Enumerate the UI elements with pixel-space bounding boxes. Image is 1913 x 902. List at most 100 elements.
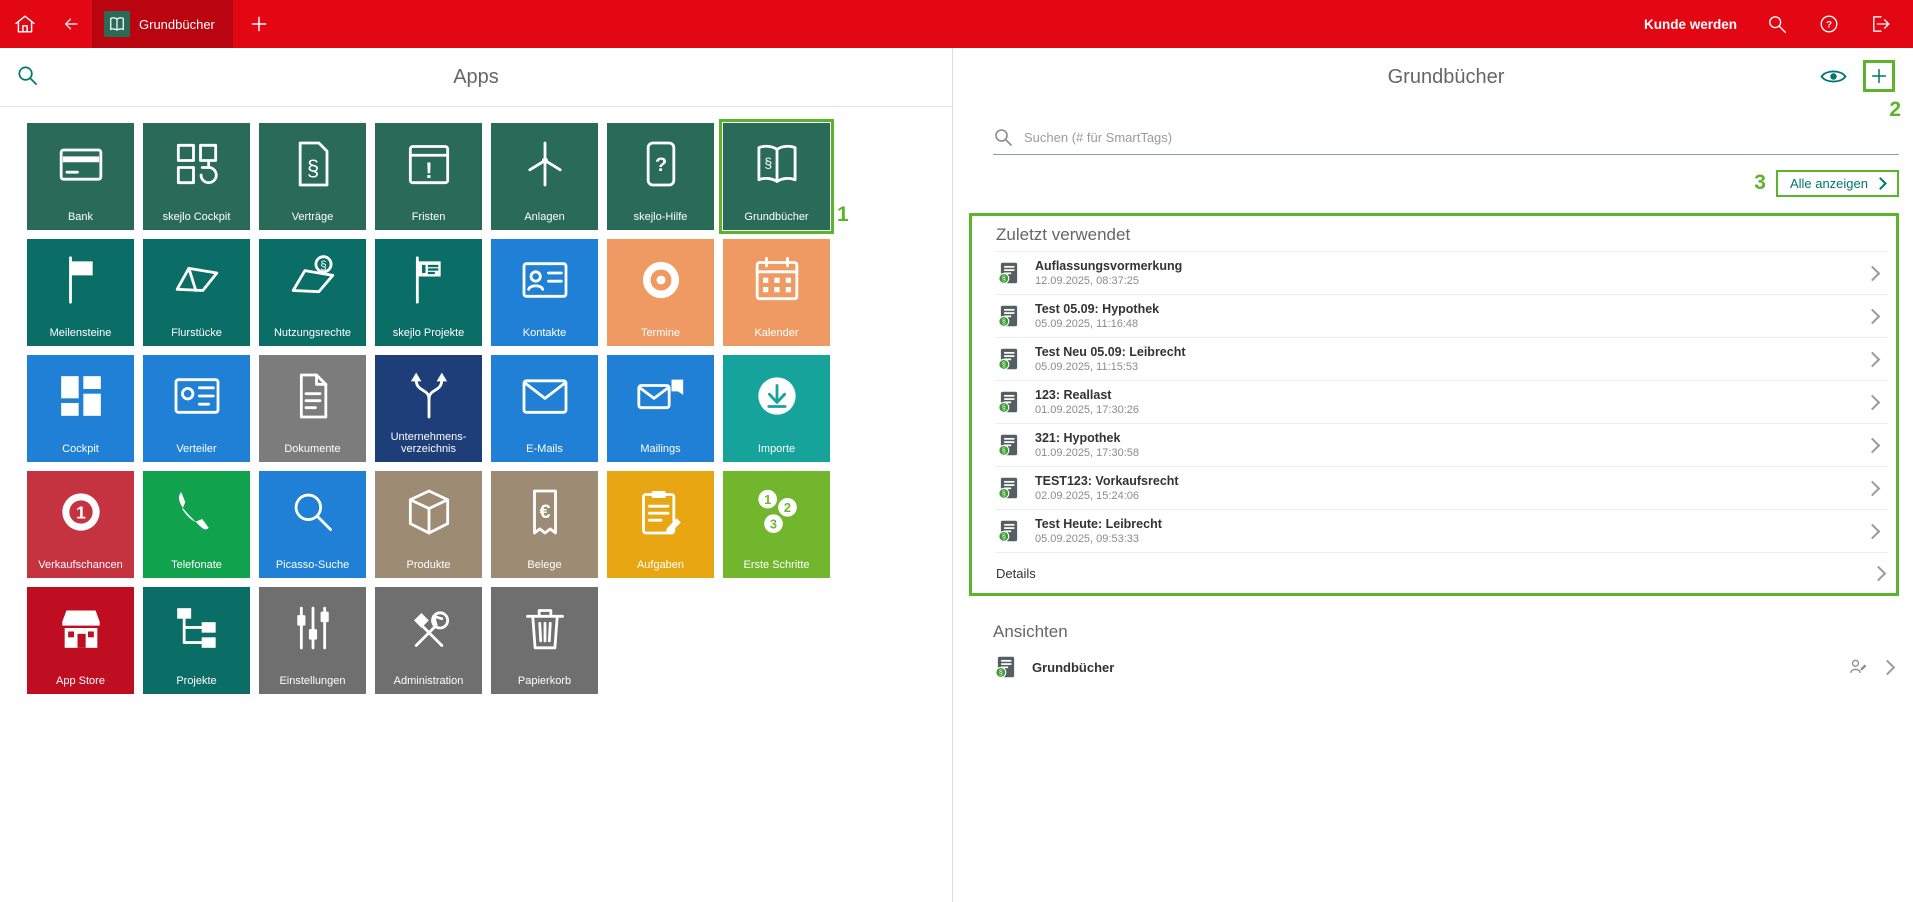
app-tile-grid: Bankskejlo Cockpit§Verträge!Fristen Anlag… bbox=[0, 107, 952, 694]
app-tile-erste-schritte[interactable]: 123Erste Schritte bbox=[723, 471, 830, 578]
tile-label: Projekte bbox=[147, 675, 246, 688]
app-tile-verteiler[interactable]: Verteiler bbox=[143, 355, 250, 462]
recent-item[interactable]: §TEST123: Vorkaufsrecht02.09.2025, 15:24… bbox=[996, 466, 1888, 509]
app-tile-skejlo-projekte[interactable]: skejlo Projekte bbox=[375, 239, 482, 346]
tile-label: Verteiler bbox=[147, 443, 246, 456]
tile-label: skejlo-Hilfe bbox=[611, 211, 710, 224]
search-icon bbox=[993, 127, 1013, 147]
svg-text:§: § bbox=[1002, 534, 1006, 541]
contract-paragraph-icon: § bbox=[285, 136, 341, 192]
app-tile-projekte[interactable]: Projekte bbox=[143, 587, 250, 694]
grundbuch-icon: § bbox=[996, 346, 1022, 372]
app-tile-fristen[interactable]: !Fristen bbox=[375, 123, 482, 230]
app-tile-app-store[interactable]: App Store bbox=[27, 587, 134, 694]
help-button[interactable]: ? bbox=[1817, 12, 1841, 36]
recent-item[interactable]: §321: Hypothek01.09.2025, 17:30:58 bbox=[996, 423, 1888, 466]
home-button[interactable] bbox=[0, 0, 50, 48]
dashboard-tiles-icon bbox=[53, 368, 109, 424]
grundbuch-search-input[interactable] bbox=[1022, 129, 1899, 146]
svg-text:2: 2 bbox=[783, 500, 790, 515]
app-tile-dokumente[interactable]: Dokumente bbox=[259, 355, 366, 462]
tile-label: Grundbücher bbox=[727, 211, 826, 224]
app-tile-picasso-suche[interactable]: Picasso-Suche bbox=[259, 471, 366, 578]
add-grundbuch-button[interactable] bbox=[1863, 60, 1895, 92]
tile-label: Verkaufschancen bbox=[31, 559, 130, 572]
new-tab-button[interactable] bbox=[233, 0, 285, 48]
recent-item[interactable]: §Auflassungsvormerkung12.09.2025, 08:37:… bbox=[996, 251, 1888, 294]
recent-item[interactable]: §Test 05.09: Hypothek05.09.2025, 11:16:4… bbox=[996, 294, 1888, 337]
topbar-search-button[interactable] bbox=[1765, 12, 1789, 36]
app-tile-telefonate[interactable]: Telefonate bbox=[143, 471, 250, 578]
app-tile-nutzungsrechte[interactable]: §Nutzungsrechte bbox=[259, 239, 366, 346]
app-tile-kalender[interactable]: Kalender bbox=[723, 239, 830, 346]
back-arrow-icon bbox=[59, 12, 83, 36]
recent-item[interactable]: §Test Heute: Leibrecht05.09.2025, 09:53:… bbox=[996, 509, 1888, 552]
annotation-3-label: 3 bbox=[1754, 171, 1766, 195]
app-tile-cockpit[interactable]: Cockpit bbox=[27, 355, 134, 462]
main-area: Apps Bankskejlo Cockpit§Verträge!Fristen… bbox=[0, 48, 1913, 902]
preview-eye-icon[interactable] bbox=[1820, 67, 1847, 86]
tile-label: Produkte bbox=[379, 559, 478, 572]
app-tile-belege[interactable]: €Belege bbox=[491, 471, 598, 578]
app-tile-e-mails[interactable]: E-Mails bbox=[491, 355, 598, 462]
user-edit-icon[interactable] bbox=[1848, 657, 1868, 677]
chevron-right-icon bbox=[1865, 308, 1881, 324]
app-tile-unternehmens-verzeichnis[interactable]: Unternehmens-verzeichnis bbox=[375, 355, 482, 462]
milestone-flag-icon bbox=[53, 252, 109, 308]
grundbuch-search-field bbox=[993, 120, 1899, 155]
app-tile-anlagen[interactable]: Anlagen bbox=[491, 123, 598, 230]
chevron-right-icon bbox=[1865, 437, 1881, 453]
app-tile-skejlo-hilfe[interactable]: ? skejlo-Hilfe bbox=[607, 123, 714, 230]
app-tile-aufgaben[interactable]: Aufgaben bbox=[607, 471, 714, 578]
app-tile-administration[interactable]: Administration bbox=[375, 587, 482, 694]
recent-item-timestamp: 05.09.2025, 09:53:33 bbox=[1035, 533, 1162, 545]
logout-button[interactable] bbox=[1869, 12, 1893, 36]
app-tile-produkte[interactable]: Produkte bbox=[375, 471, 482, 578]
svg-text:?: ? bbox=[654, 154, 666, 176]
details-row[interactable]: Details bbox=[996, 552, 1888, 593]
svg-text:?: ? bbox=[1826, 20, 1832, 31]
svg-text:§: § bbox=[306, 156, 318, 181]
recent-item-timestamp: 02.09.2025, 15:24:06 bbox=[1035, 490, 1179, 502]
tile-label: Anlagen bbox=[495, 211, 594, 224]
topbar: Grundbücher Kunde werden ? bbox=[0, 0, 1913, 48]
svg-text:§: § bbox=[1002, 448, 1006, 455]
tab-grundbuecher[interactable]: Grundbücher bbox=[92, 0, 233, 48]
app-tile-papierkorb[interactable]: Papierkorb bbox=[491, 587, 598, 694]
chevron-right-icon bbox=[1865, 480, 1881, 496]
tile-label: App Store bbox=[31, 675, 130, 688]
tile-label: Telefonate bbox=[147, 559, 246, 572]
document-icon bbox=[285, 368, 341, 424]
show-all-link[interactable]: Alle anzeigen bbox=[1776, 170, 1899, 197]
app-tile-grundbuecher[interactable]: §Grundbücher bbox=[723, 123, 830, 230]
app-tile-einstellungen[interactable]: Einstellungen bbox=[259, 587, 366, 694]
recent-item[interactable]: §123: Reallast01.09.2025, 17:30:26 bbox=[996, 380, 1888, 423]
tile-label: Importe bbox=[727, 443, 826, 456]
app-tile-termine[interactable]: Termine bbox=[607, 239, 714, 346]
import-download-icon bbox=[749, 368, 805, 424]
app-tile-mailings[interactable]: Mailings bbox=[607, 355, 714, 462]
chevron-right-icon bbox=[1865, 351, 1881, 367]
app-tile-kontakte[interactable]: Kontakte bbox=[491, 239, 598, 346]
grundbuch-icon: § bbox=[996, 518, 1022, 544]
app-tile-meilensteine[interactable]: Meilensteine bbox=[27, 239, 134, 346]
view-item-grundbuecher[interactable]: §Grundbücher bbox=[993, 642, 1899, 692]
app-tile-importe[interactable]: Importe bbox=[723, 355, 830, 462]
back-button[interactable] bbox=[50, 0, 92, 48]
distribution-card-icon bbox=[169, 368, 225, 424]
app-tile-skejlo-cockpit[interactable]: skejlo Cockpit bbox=[143, 123, 250, 230]
app-tile-verkaufschancen[interactable]: 1Verkaufschancen bbox=[27, 471, 134, 578]
show-all-row: 3 Alle anzeigen bbox=[993, 163, 1899, 203]
app-tile-bank[interactable]: Bank bbox=[27, 123, 134, 230]
tile-label: Kalender bbox=[727, 327, 826, 340]
help-device-icon: ? bbox=[633, 136, 689, 192]
tile-label: E-Mails bbox=[495, 443, 594, 456]
svg-text:§: § bbox=[1002, 405, 1006, 412]
annotation-2-label: 2 bbox=[1889, 98, 1901, 122]
app-tile-flurstuecke[interactable]: Flurstücke bbox=[143, 239, 250, 346]
kunde-werden-link[interactable]: Kunde werden bbox=[1644, 17, 1737, 32]
usage-rights-icon: § bbox=[285, 252, 341, 308]
svg-text:1: 1 bbox=[764, 492, 771, 507]
recent-item[interactable]: §Test Neu 05.09: Leibrecht05.09.2025, 11… bbox=[996, 337, 1888, 380]
app-tile-vertraege[interactable]: §Verträge bbox=[259, 123, 366, 230]
